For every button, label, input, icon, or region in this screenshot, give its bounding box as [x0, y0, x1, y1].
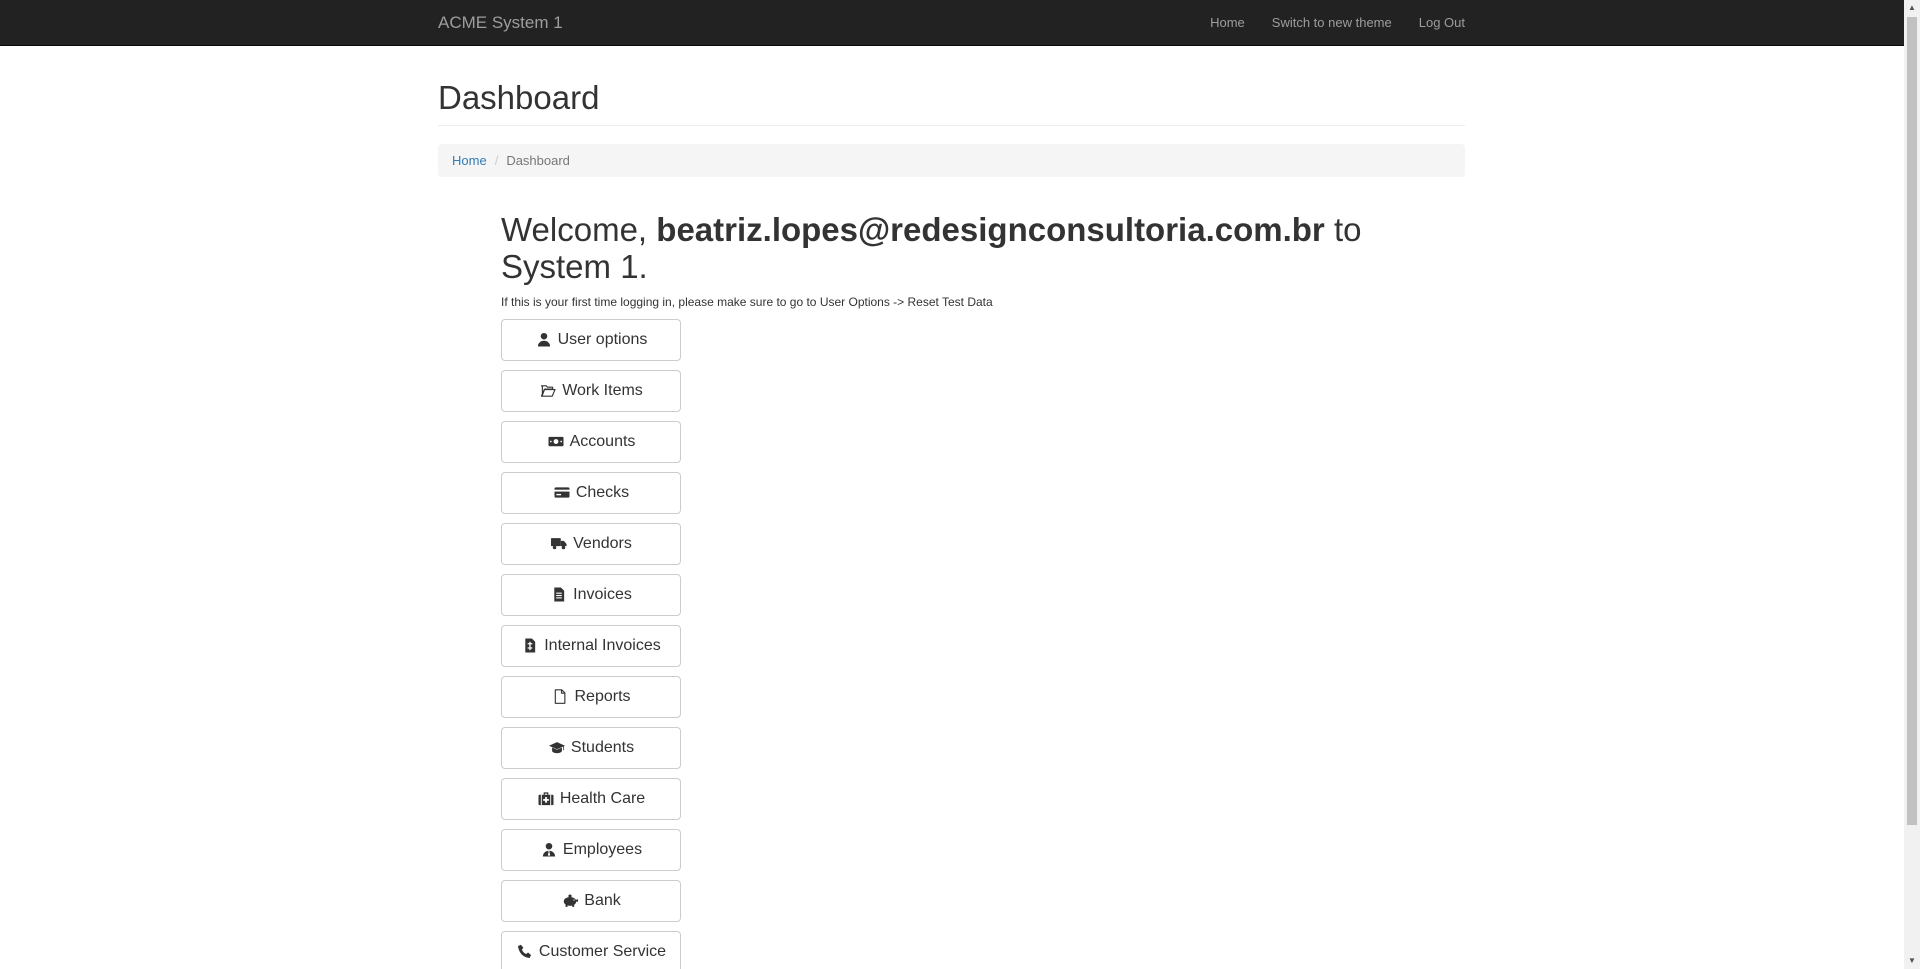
accounts-button[interactable]: Accounts [501, 420, 681, 463]
user-email: beatriz.lopes@redesignconsultoria.com.br [656, 211, 1325, 249]
phone-icon [516, 944, 534, 960]
button-label: Internal Invoices [544, 636, 661, 654]
button-label: Invoices [573, 585, 632, 603]
invoices-button[interactable]: Invoices [501, 573, 681, 616]
breadcrumb-current: Dashboard [506, 153, 570, 169]
nav-links: Home Switch to new theme Log Out [1210, 15, 1465, 30]
button-label: User options [557, 330, 648, 348]
button-label: Reports [574, 687, 631, 705]
scrollbar-thumb[interactable] [1907, 17, 1917, 825]
welcome-heading: Welcome, beatriz.lopes@redesignconsultor… [501, 212, 1401, 285]
breadcrumb-home-link[interactable]: Home [452, 153, 487, 168]
file-text-icon [550, 587, 568, 603]
user-icon [535, 332, 553, 348]
button-label: Employees [562, 840, 643, 858]
button-label: Bank [584, 891, 621, 909]
scroll-down-arrow-icon[interactable]: ▼ [1904, 953, 1920, 969]
nav-home-link[interactable]: Home [1210, 15, 1245, 30]
page-title: Dashboard [438, 79, 600, 116]
graduation-cap-icon [548, 740, 566, 756]
reports-button[interactable]: Reports [501, 675, 681, 718]
work-items-button[interactable]: Work Items [501, 369, 681, 412]
nav-switch-theme-link[interactable]: Switch to new theme [1272, 15, 1392, 30]
bank-button[interactable]: Bank [501, 879, 681, 922]
file-icon [551, 689, 569, 705]
money-icon [547, 434, 565, 450]
button-label: Accounts [569, 432, 636, 450]
button-label: Checks [575, 483, 630, 501]
vendors-button[interactable]: Vendors [501, 522, 681, 565]
brand-link[interactable]: ACME System 1 [438, 13, 563, 33]
main-container: Dashboard Home / Dashboard Welcome, beat… [438, 46, 1465, 969]
button-label: Students [570, 738, 635, 756]
students-button[interactable]: Students [501, 726, 681, 769]
dashboard-content: Welcome, beatriz.lopes@redesignconsultor… [501, 212, 1465, 969]
customer-service-button[interactable]: Customer Service [501, 930, 681, 969]
user-options-button[interactable]: User options [501, 318, 681, 361]
user-tie-icon [540, 842, 558, 858]
truck-icon [550, 536, 568, 552]
internal-invoices-button[interactable]: Internal Invoices [501, 624, 681, 667]
folder-open-icon [539, 383, 557, 399]
first-login-hint: If this is your first time logging in, p… [501, 294, 993, 309]
breadcrumb: Home / Dashboard [438, 144, 1465, 178]
button-label: Customer Service [538, 942, 667, 960]
nav-logout-link[interactable]: Log Out [1419, 15, 1465, 30]
page-scrollbar[interactable]: ▲ ▼ [1904, 0, 1920, 969]
top-navbar: ACME System 1 Home Switch to new theme L… [0, 0, 1904, 46]
button-label: Work Items [562, 381, 643, 399]
breadcrumb-separator: / [494, 153, 499, 169]
health-care-button[interactable]: Health Care [501, 777, 681, 820]
dashboard-button-list: User options Work Items Accounts Checks … [501, 318, 1465, 969]
button-label: Vendors [573, 534, 632, 552]
file-invoice-icon [521, 638, 539, 654]
employees-button[interactable]: Employees [501, 828, 681, 871]
checks-button[interactable]: Checks [501, 471, 681, 514]
scroll-up-arrow-icon[interactable]: ▲ [1904, 0, 1920, 16]
piggy-bank-icon [561, 893, 579, 909]
credit-card-icon [553, 485, 571, 501]
medkit-icon [537, 791, 555, 807]
button-label: Health Care [559, 789, 646, 807]
welcome-prefix: Welcome, [501, 211, 657, 249]
page-header: Dashboard [438, 79, 1465, 127]
